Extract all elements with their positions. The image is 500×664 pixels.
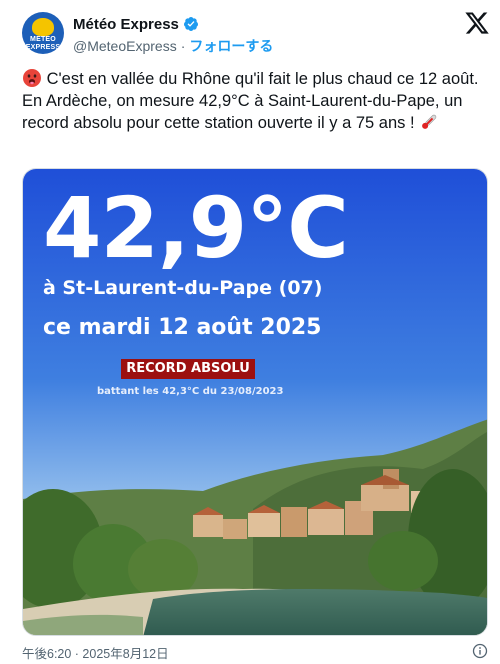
info-icon[interactable] — [472, 643, 488, 659]
hot-face-emoji-icon — [23, 69, 41, 87]
handle-row: @MeteoExpress · フォローする — [73, 36, 273, 56]
location-label: à St-Laurent-du-Pape (07) — [43, 277, 323, 299]
tweet-text: C'est en vallée du Rhône qu'il fait le p… — [22, 68, 482, 134]
timestamp[interactable]: 午後6:20 · 2025年8月12日 — [22, 647, 169, 661]
tweet-body: C'est en vallée du Rhône qu'il fait le p… — [22, 70, 479, 132]
tweet-footer: 午後6:20 · 2025年8月12日 — [22, 643, 488, 661]
follow-button[interactable]: フォローする — [189, 36, 273, 56]
display-name[interactable]: Météo Express — [73, 16, 179, 33]
handle[interactable]: @MeteoExpress — [73, 38, 177, 54]
thermometer-emoji-icon — [422, 114, 437, 129]
x-logo-icon[interactable] — [464, 10, 490, 36]
avatar-logo-text: METEO EXPRESS — [25, 36, 61, 51]
name-row: Météo Express — [73, 14, 199, 34]
record-badge: RECORD ABSOLU — [121, 359, 255, 379]
previous-record-label: battant les 42,3°C du 23/08/2023 — [97, 386, 284, 397]
tweet-header: METEO EXPRESS Météo Express @MeteoExpres… — [0, 0, 500, 62]
avatar[interactable]: METEO EXPRESS — [22, 12, 64, 54]
tweet-media-image[interactable]: 42,9°C à St-Laurent-du-Pape (07) ce mard… — [22, 168, 488, 636]
separator: · — [180, 38, 186, 54]
sun-logo-icon — [32, 18, 54, 36]
temperature-value: 42,9°C — [43, 179, 349, 277]
date-label: ce mardi 12 août 2025 — [43, 315, 322, 340]
verified-badge-icon — [183, 17, 198, 31]
